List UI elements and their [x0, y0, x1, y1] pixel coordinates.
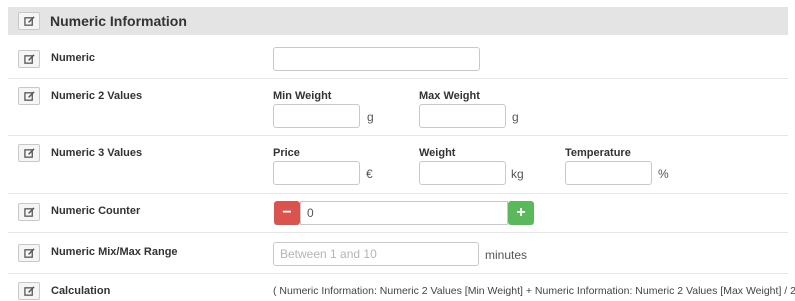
edit-numeric-range-button[interactable] [18, 244, 40, 262]
increment-button[interactable]: + [508, 201, 534, 225]
edit-icon [23, 247, 35, 258]
row-label: Numeric Counter [51, 205, 141, 217]
edit-calculation-button[interactable] [18, 282, 40, 300]
section-title: Numeric Information [50, 13, 187, 29]
max-weight-unit: g [512, 110, 519, 124]
edit-numeric-3-values-button[interactable] [18, 144, 40, 162]
edit-section-button[interactable] [18, 12, 40, 30]
price-label: Price [273, 147, 300, 159]
edit-numeric-counter-button[interactable] [18, 203, 40, 221]
row-numeric-range: Numeric Mix/Max Range minutes [8, 233, 788, 274]
calculation-formula: ( Numeric Information: Numeric 2 Values … [273, 285, 795, 297]
row-label: Numeric [51, 52, 96, 64]
edit-icon [23, 206, 35, 217]
edit-numeric-2-values-button[interactable] [18, 87, 40, 105]
max-weight-label: Max Weight [419, 90, 480, 102]
edit-numeric-button[interactable] [18, 50, 40, 68]
row-label: Numeric Mix/Max Range [51, 246, 178, 258]
weight-label: Weight [419, 147, 456, 159]
price-unit: € [366, 167, 373, 181]
temperature-label: Temperature [565, 147, 631, 159]
edit-icon [23, 53, 35, 64]
temperature-input[interactable] [565, 161, 652, 185]
min-weight-unit: g [367, 110, 374, 124]
temperature-unit: % [658, 167, 669, 181]
row-label: Calculation [51, 285, 111, 297]
row-numeric-2-values: Numeric 2 Values Min Weight g Max Weight… [8, 79, 788, 136]
row-numeric: Numeric [8, 40, 788, 79]
row-label: Numeric 2 Values [51, 90, 143, 102]
counter-input[interactable] [300, 201, 508, 225]
row-label: Numeric 3 Values [51, 147, 143, 159]
range-unit: minutes [485, 248, 528, 262]
row-numeric-counter: Numeric Counter − + [8, 194, 788, 233]
numeric-input[interactable] [273, 47, 480, 71]
decrement-button[interactable]: − [274, 201, 300, 225]
row-calculation: Calculation ( Numeric Information: Numer… [8, 274, 795, 301]
numeric-information-panel: Numeric Information Numeric Numeric 2 Va… [0, 0, 795, 301]
edit-icon [23, 15, 35, 26]
min-weight-label: Min Weight [273, 90, 332, 102]
min-weight-input[interactable] [273, 104, 360, 128]
max-weight-input[interactable] [419, 104, 506, 128]
price-input[interactable] [273, 161, 360, 185]
edit-icon [23, 147, 35, 158]
row-numeric-3-values: Numeric 3 Values Price € Weight kg Tempe… [8, 136, 788, 194]
weight-unit: kg [511, 167, 524, 181]
weight-input[interactable] [419, 161, 506, 185]
edit-icon [23, 90, 35, 101]
section-header: Numeric Information [8, 7, 788, 35]
range-input[interactable] [273, 242, 479, 266]
edit-icon [23, 285, 35, 296]
